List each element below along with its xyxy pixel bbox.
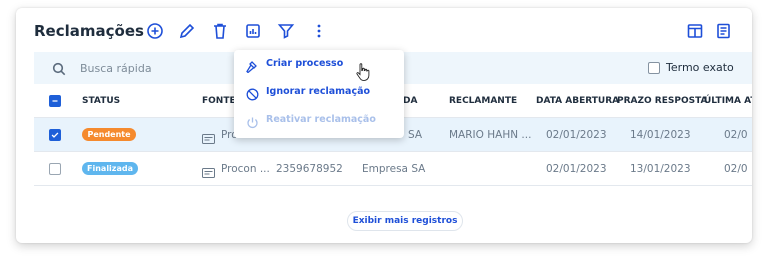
- opening-date-cell: 02/01/2023: [546, 163, 607, 175]
- menu-item-label: Reativar reclamação: [266, 114, 376, 125]
- column-header[interactable]: ÚLTIMA AT: [704, 96, 752, 106]
- company-cell: Empresa SA: [362, 163, 426, 175]
- report-icon[interactable]: [244, 22, 262, 40]
- block-icon: [246, 86, 259, 101]
- last-update-cell: 02/0: [724, 163, 748, 175]
- menu-item-label: Ignorar reclamação: [266, 86, 371, 97]
- trash-icon[interactable]: [211, 22, 229, 40]
- menu-item-label: Criar processo: [266, 58, 344, 69]
- exact-term-label: Termo exato: [666, 61, 734, 74]
- more-vertical-icon[interactable]: [310, 22, 328, 40]
- filter-icon[interactable]: [277, 22, 295, 40]
- toolbar: Reclamações: [16, 8, 752, 52]
- select-all-checkbox[interactable]: [49, 95, 61, 107]
- opening-date-cell: 02/01/2023: [546, 129, 607, 141]
- hammer-icon: [246, 58, 259, 74]
- menu-item-reactivate-complaint: Reativar reclamação: [234, 110, 404, 132]
- deadline-cell: 13/01/2023: [630, 163, 691, 175]
- columns-icon[interactable]: [686, 22, 704, 40]
- exact-term-checkbox[interactable]: [648, 62, 660, 74]
- column-header[interactable]: STATUS: [82, 96, 120, 106]
- claimant-cell: MARIO HAHN ...: [449, 129, 532, 141]
- column-header[interactable]: PRAZO RESPOSTA: [617, 96, 708, 106]
- column-header[interactable]: DATA ABERTURA: [536, 96, 619, 106]
- table-row[interactable]: Finalizada Procon ... 2359678952 Empresa…: [34, 152, 752, 186]
- column-header[interactable]: RECLAMANTE: [449, 96, 517, 106]
- status-badge: Finalizada: [82, 162, 138, 175]
- row-checkbox[interactable]: [49, 129, 61, 141]
- column-header[interactable]: DA: [403, 96, 417, 106]
- last-update-cell: 02/0: [724, 129, 748, 141]
- status-badge: Pendente: [82, 128, 136, 141]
- page-title: Reclamações: [34, 22, 144, 40]
- document-icon: [202, 129, 215, 144]
- show-more-button[interactable]: Exibir mais registros: [347, 211, 463, 231]
- source-cell: Procon ...: [221, 163, 270, 175]
- menu-item-create-process[interactable]: Criar processo: [234, 54, 404, 76]
- menu-item-ignore-complaint[interactable]: Ignorar reclamação: [234, 82, 404, 104]
- book-icon[interactable]: [714, 22, 732, 40]
- pencil-icon[interactable]: [178, 22, 196, 40]
- power-icon: [246, 114, 259, 129]
- number-cell: 2359678952: [276, 163, 343, 175]
- search-icon: [52, 61, 66, 76]
- company-cell: SA: [408, 129, 423, 141]
- deadline-cell: 14/01/2023: [630, 129, 691, 141]
- document-icon: [202, 163, 215, 178]
- add-circle-icon[interactable]: [146, 22, 164, 40]
- actions-menu: Criar processo Ignorar reclamação Reativ…: [234, 50, 404, 138]
- hand-cursor-icon: [354, 62, 372, 82]
- row-checkbox[interactable]: [49, 163, 61, 175]
